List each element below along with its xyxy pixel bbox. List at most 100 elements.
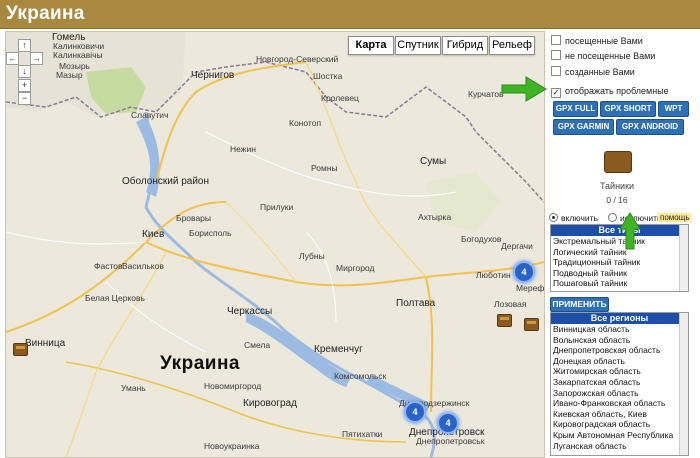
list-item[interactable]: Крым Автономная Республика <box>551 430 688 441</box>
city-label: Комсомольск <box>334 371 387 381</box>
country-label: Украина <box>160 353 241 374</box>
page-header: Украина <box>0 0 700 29</box>
city-label: Чернигов <box>191 70 235 81</box>
list-item[interactable]: Традиционный тайник <box>551 257 688 268</box>
help-link[interactable]: помощь <box>658 213 692 222</box>
city-label: Мазыр <box>56 70 83 80</box>
list-item[interactable]: Винницкая область <box>551 324 688 335</box>
radio-include[interactable]: включить <box>549 213 598 223</box>
list-item[interactable]: Луганская область <box>551 441 688 452</box>
wpt-button[interactable]: WPT <box>658 101 689 117</box>
city-label: Лубны <box>299 251 325 261</box>
scrollbar[interactable] <box>679 225 688 291</box>
list-item[interactable]: Ивано-Франковская область <box>551 398 688 409</box>
cache-chest-icon <box>604 151 632 173</box>
city-label: Новомиргород <box>204 381 262 391</box>
regions-header[interactable]: Все регионы <box>551 313 688 324</box>
cache-cluster-marker[interactable]: 4 <box>404 401 426 423</box>
pan-down-icon[interactable]: ↓ <box>18 65 31 78</box>
city-label: Люботин <box>476 270 511 280</box>
list-item[interactable]: Житомирская область <box>551 366 688 377</box>
filter-label: созданные Вами <box>565 67 635 77</box>
city-label: Калинкавічы <box>53 50 103 60</box>
list-item[interactable]: Запорожская область <box>551 388 688 399</box>
checkbox[interactable] <box>551 88 561 98</box>
caches-count: 0 / 16 <box>606 195 628 205</box>
city-label: Кировоград <box>243 398 297 409</box>
radio-label: включить <box>561 213 598 223</box>
map-type-map-button[interactable]: Карта <box>348 36 394 55</box>
zoom-in-icon[interactable]: + <box>18 79 31 92</box>
list-item[interactable]: Пошаговый тайник <box>551 278 688 289</box>
map-type-hybrid-button[interactable]: Гибрид <box>442 36 488 55</box>
list-item[interactable]: Кировоградская область <box>551 419 688 430</box>
list-item[interactable]: Донецкая область <box>551 356 688 367</box>
cache-marker-icon[interactable] <box>524 318 539 331</box>
city-label: Нежин <box>230 144 256 154</box>
filter-visited[interactable]: посещенные Вами <box>551 35 643 46</box>
list-item[interactable]: Волынская область <box>551 335 688 346</box>
pan-right-icon[interactable]: → <box>30 52 43 65</box>
cache-cluster-marker[interactable]: 4 <box>437 412 459 434</box>
city-label: Лозовая <box>494 299 527 309</box>
gpx-garmin-button[interactable]: GPX GARMIN <box>553 119 614 135</box>
filter-not-visited[interactable]: не посещенные Вами <box>551 50 655 61</box>
checkbox[interactable] <box>551 35 561 45</box>
list-item[interactable]: Киевская область, Киев <box>551 409 688 420</box>
city-label: Кролевец <box>321 93 359 103</box>
sidebar: посещенные Вами не посещенные Вами созда… <box>501 31 700 456</box>
city-label: Полтава <box>396 298 436 309</box>
pan-left-icon[interactable]: ← <box>6 52 19 65</box>
green-arrow-icon <box>501 76 547 102</box>
city-label: Умань <box>121 383 146 393</box>
checkbox[interactable] <box>551 66 561 76</box>
radio-button[interactable] <box>549 213 558 222</box>
city-label: Славутич <box>131 110 169 120</box>
regions-list[interactable]: Все регионы Винницкая область Волынская … <box>550 312 689 456</box>
city-label: Сумы <box>420 156 447 167</box>
city-label: Фастов <box>94 261 123 271</box>
zoom-out-icon[interactable]: − <box>18 92 31 105</box>
green-arrow-up-icon <box>619 212 641 250</box>
gpx-short-button[interactable]: GPX SHORT <box>600 101 656 117</box>
city-label: Ахтырка <box>418 212 452 222</box>
city-label: Конотоп <box>289 118 322 128</box>
page-title: Украина <box>6 3 85 24</box>
city-label: Новгород-Северский <box>256 54 339 64</box>
list-item[interactable]: Днепропетровская область <box>551 345 688 356</box>
city-label: Васильков <box>122 261 164 271</box>
pan-up-icon[interactable]: ↑ <box>18 39 31 52</box>
map-type-relief-button[interactable]: Рельеф <box>489 36 535 55</box>
city-label: Богодухов <box>461 234 502 244</box>
map-area[interactable]: Карта Спутник Гибрид Рельеф ↑ ← → ↓ + − … <box>5 31 545 458</box>
cache-cluster-marker[interactable]: 4 <box>513 261 535 283</box>
city-label: Кременчуг <box>314 344 363 355</box>
apply-button[interactable]: ПРИМЕНИТЬ <box>550 297 609 312</box>
list-item[interactable]: Закарпатская область <box>551 377 688 388</box>
cache-marker-icon[interactable] <box>13 343 28 356</box>
city-label: Киев <box>142 229 165 240</box>
city-label: Днепропетровськ <box>416 436 485 446</box>
checkbox[interactable] <box>551 50 561 60</box>
gpx-android-button[interactable]: GPX ANDROID <box>616 119 684 135</box>
map-background <box>6 32 544 457</box>
city-label: Миргород <box>336 263 375 273</box>
city-label: Мерефа <box>516 283 545 293</box>
city-label: Оболонский район <box>122 176 209 187</box>
cache-marker-icon[interactable] <box>497 314 512 327</box>
filter-label: отображать проблемные <box>565 86 669 96</box>
scrollbar[interactable] <box>679 313 688 455</box>
radio-button[interactable] <box>608 213 617 222</box>
list-item[interactable]: Подводный тайник <box>551 268 688 279</box>
map-type-satellite-button[interactable]: Спутник <box>395 36 441 55</box>
city-label: Курчатов <box>468 89 504 99</box>
filter-label: не посещенные Вами <box>565 51 656 61</box>
filter-show-problematic[interactable]: отображать проблемные <box>551 86 669 98</box>
city-label: Ромны <box>311 163 338 173</box>
city-label: Пятихатки <box>342 429 383 439</box>
city-label: Белая Церковь <box>85 293 145 303</box>
filter-created[interactable]: созданные Вами <box>551 66 635 77</box>
city-label: Смела <box>244 340 271 350</box>
city-label: Прилуки <box>260 202 294 212</box>
gpx-full-button[interactable]: GPX FULL <box>553 101 598 117</box>
